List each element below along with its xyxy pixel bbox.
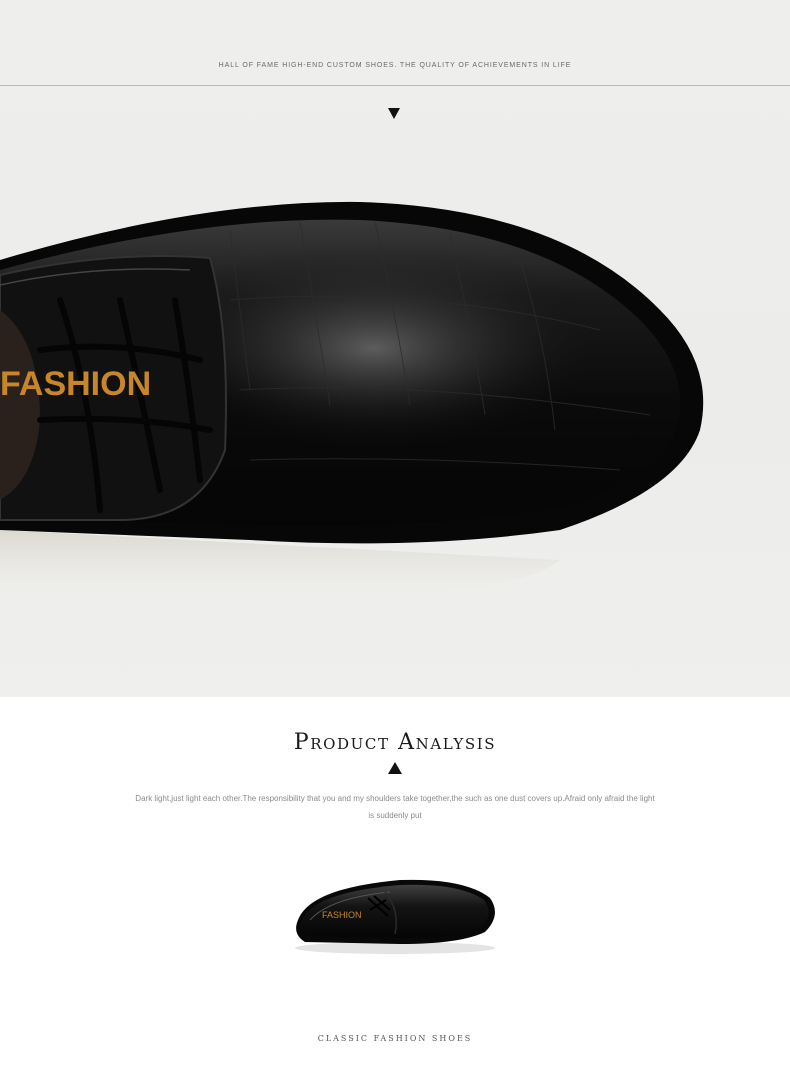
hero-banner: HALL OF FAME HIGH-END CUSTOM SHOES. THE … <box>0 0 790 697</box>
hero-brand-mark: FASHION <box>0 365 151 403</box>
header-divider <box>0 85 790 86</box>
product-shoe-image: FASHION <box>295 879 495 954</box>
footer-label: CLASSIC FASHION SHOES <box>317 1034 473 1043</box>
section-title: Product Analysis <box>293 730 497 755</box>
product-description: Dark light,just light each other.The res… <box>135 794 655 820</box>
hero-shoe-image: FASHION <box>0 201 704 602</box>
product-brand-label: FASHION <box>322 910 362 920</box>
down-triangle-icon <box>388 108 400 119</box>
up-triangle-icon <box>388 762 402 774</box>
hero-tagline: HALL OF FAME HIGH-END CUSTOM SHOES. THE … <box>218 62 572 69</box>
